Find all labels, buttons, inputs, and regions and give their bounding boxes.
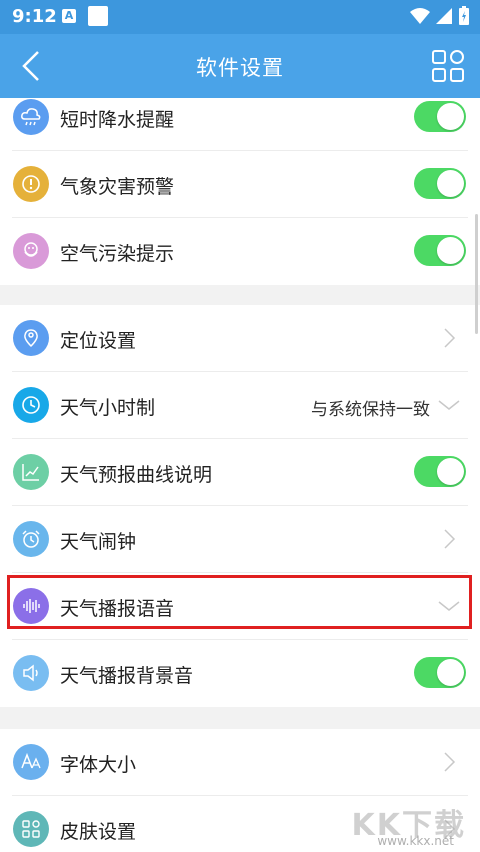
line-chart-icon xyxy=(13,454,49,490)
watermark-url: www.kkx.net xyxy=(377,834,454,848)
alarm-clock-icon xyxy=(13,521,49,557)
chevron-right-icon xyxy=(444,328,456,348)
section-gap xyxy=(0,707,480,729)
watermark: KK下载 www.kkx.net xyxy=(342,800,472,848)
row-disaster-warning[interactable]: 气象灾害预警 xyxy=(0,151,480,218)
wifi-icon xyxy=(410,8,430,24)
chevron-right-icon xyxy=(444,752,456,772)
status-time: 9:12 xyxy=(12,6,57,27)
row-weather-alarm[interactable]: 天气闹钟 xyxy=(0,506,480,573)
hour-format-value: 与系统保持一致 xyxy=(311,400,430,420)
scrollbar[interactable] xyxy=(475,214,478,334)
row-font-size[interactable]: 字体大小 xyxy=(0,729,480,796)
notification-square-icon xyxy=(88,6,108,26)
row-label: 定位设置 xyxy=(60,330,137,352)
status-icons xyxy=(410,6,470,26)
page-title: 软件设置 xyxy=(196,56,284,80)
battery-icon xyxy=(459,6,469,25)
forecast-curve-toggle[interactable] xyxy=(414,456,466,487)
row-label: 短时降水提醒 xyxy=(60,109,175,131)
row-broadcast-bgm[interactable]: 天气播报背景音 xyxy=(0,640,480,707)
row-label: 皮肤设置 xyxy=(60,821,137,843)
status-bar: 9:12 A xyxy=(0,0,480,34)
row-broadcast-voice[interactable]: 天气播报语音 xyxy=(0,573,480,640)
app-header: 软件设置 xyxy=(0,34,480,98)
notification-a-icon: A xyxy=(62,9,76,23)
row-label: 天气播报背景音 xyxy=(60,665,194,687)
font-size-icon xyxy=(13,744,49,780)
settings-list: 短时降水提醒 气象灾害预警 空气污染提示 定位设置 天气小时制 与系统保持一致 … xyxy=(0,98,480,852)
skin-grid-icon xyxy=(13,811,49,847)
voice-wave-icon xyxy=(13,588,49,624)
row-location-settings[interactable]: 定位设置 xyxy=(0,305,480,372)
signal-icon xyxy=(436,8,452,24)
chevron-down-icon xyxy=(438,601,460,611)
grid-menu-icon[interactable] xyxy=(432,50,464,82)
warning-icon xyxy=(13,166,49,202)
chevron-right-icon xyxy=(444,529,456,549)
rain-reminder-toggle[interactable] xyxy=(414,101,466,132)
row-hour-format[interactable]: 天气小时制 与系统保持一致 xyxy=(0,372,480,439)
section-gap xyxy=(0,285,480,305)
air-pollution-toggle[interactable] xyxy=(414,235,466,266)
broadcast-bgm-toggle[interactable] xyxy=(414,657,466,688)
chevron-down-icon xyxy=(438,400,460,410)
row-label: 天气小时制 xyxy=(60,397,156,419)
cloud-rain-icon xyxy=(13,99,49,135)
row-label: 气象灾害预警 xyxy=(60,176,175,198)
speaker-icon xyxy=(13,655,49,691)
row-label: 字体大小 xyxy=(60,754,137,776)
row-forecast-curve[interactable]: 天气预报曲线说明 xyxy=(0,439,480,506)
mask-icon xyxy=(13,233,49,269)
row-air-pollution[interactable]: 空气污染提示 xyxy=(0,218,480,285)
row-label: 空气污染提示 xyxy=(60,243,175,265)
row-label: 天气预报曲线说明 xyxy=(60,464,213,486)
row-label: 天气闹钟 xyxy=(60,531,137,553)
row-label: 天气播报语音 xyxy=(60,598,175,620)
location-pin-icon xyxy=(13,320,49,356)
row-rain-reminder[interactable]: 短时降水提醒 xyxy=(0,98,480,151)
disaster-warning-toggle[interactable] xyxy=(414,168,466,199)
clock-icon xyxy=(13,387,49,423)
